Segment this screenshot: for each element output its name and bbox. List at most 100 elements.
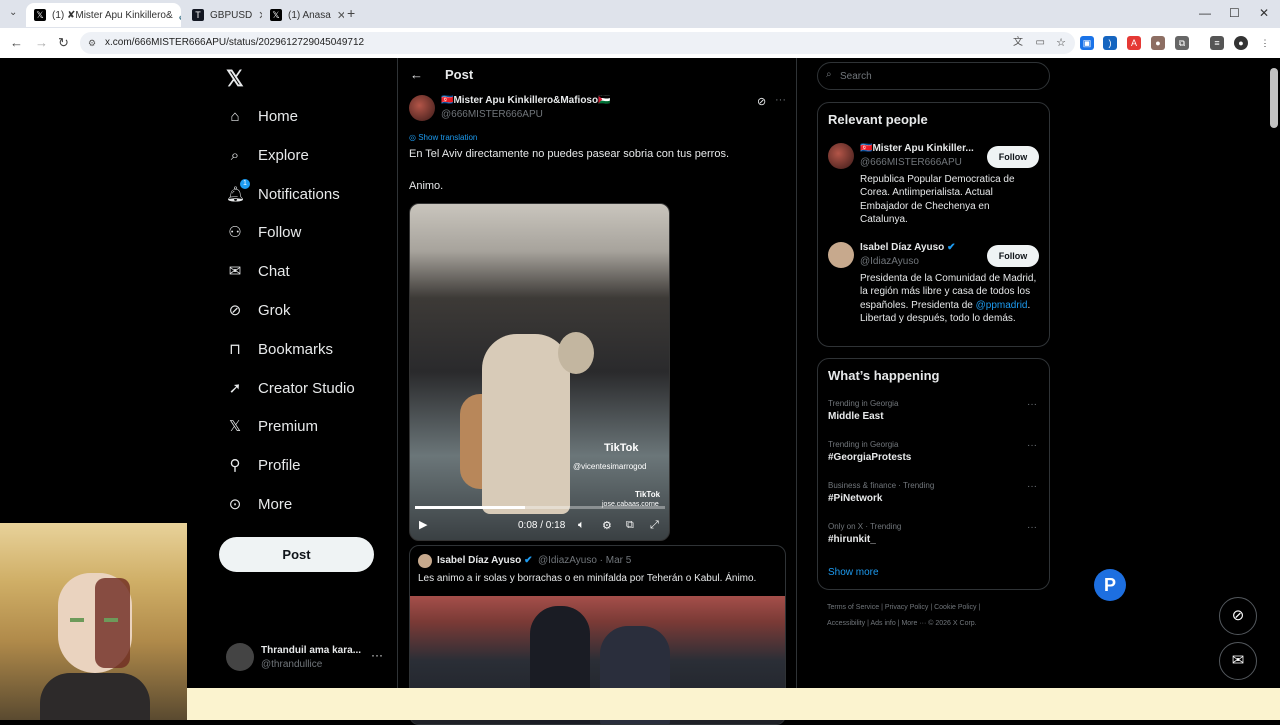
maximize-icon[interactable]: ☐ (1229, 6, 1240, 20)
more-icon[interactable]: ··· (371, 648, 383, 662)
video-frame (482, 334, 570, 514)
tab-close-icon[interactable]: ✕ (337, 9, 344, 22)
nav-label: Premium (258, 417, 319, 435)
extension-3-icon[interactable]: ● (1151, 36, 1165, 50)
site-info-icon[interactable]: ⚙ (88, 32, 96, 54)
scrollbar[interactable] (1270, 68, 1278, 128)
messages-fab-icon[interactable]: ✉ (1219, 642, 1257, 680)
bio-mention-link[interactable]: @ppmadrid (976, 300, 1028, 311)
verified-icon: ✔ (947, 242, 956, 253)
reading-list-icon[interactable]: ≡ (1210, 36, 1224, 50)
footer-links[interactable]: Accessibility | Ads info | More ··· © 20… (827, 620, 977, 627)
fullscreen-icon[interactable]: ⤢ (650, 519, 659, 532)
x-icon: 𝕏 (228, 418, 242, 435)
footer-links[interactable]: Terms of Service | Privacy Policy | Cook… (827, 604, 980, 611)
x-favicon-icon: 𝕏 (270, 9, 282, 21)
x-logo-icon[interactable]: 𝕏 (226, 66, 244, 92)
speaker-icon[interactable]: 🔊 (179, 10, 181, 21)
tab-gbpusd[interactable]: T GBPUSD ✕ (184, 3, 262, 27)
streamer-avatar-overlay (0, 523, 187, 720)
follow-button[interactable]: Follow (987, 146, 1039, 168)
x-favicon-icon: 𝕏 (34, 9, 46, 21)
tab-anasa[interactable]: 𝕏 (1) Anasa ✕ (262, 3, 344, 27)
trend-name[interactable]: Middle East (828, 411, 884, 422)
video-player[interactable]: TikTok @vicentesimarrogod TikTok jose.ca… (409, 203, 670, 541)
reload-icon[interactable]: ↻ (58, 35, 69, 51)
overlay-p-logo-icon: P (1094, 569, 1126, 601)
address-bar[interactable]: ⚙ x.com/666MISTER666APU/status/202961272… (80, 32, 1075, 54)
back-arrow-icon[interactable]: ← (410, 67, 423, 82)
author-name[interactable]: 🇰🇵Mister Apu Kinkillero&Mafioso🇵🇸 (441, 95, 611, 106)
search-input[interactable]: Search (817, 62, 1050, 90)
nav-profile[interactable]: ⚲ Profile (226, 452, 301, 478)
trend-more-icon[interactable]: ··· (1027, 522, 1037, 533)
nav-grok[interactable]: ⊘ Grok (226, 297, 291, 323)
show-translation-link[interactable]: ◎ Show translation (409, 133, 477, 142)
close-window-icon[interactable]: ✕ (1259, 6, 1269, 20)
trend-name[interactable]: #PiNetwork (828, 493, 882, 504)
grok-explain-icon[interactable]: ⊘ (757, 95, 766, 108)
extension-2-icon[interactable]: ) (1103, 36, 1117, 50)
translate-icon[interactable]: 文 (1013, 32, 1023, 54)
trend-more-icon[interactable]: ··· (1027, 399, 1037, 410)
follow-button[interactable]: Follow (987, 245, 1039, 267)
person-add-icon: ⚇ (228, 224, 242, 241)
nav-bookmarks[interactable]: ⊓ Bookmarks (226, 336, 333, 362)
tiktok-watermark: TikTok (604, 442, 639, 454)
nav-follow[interactable]: ⚇ Follow (226, 219, 301, 245)
tab-list-icon[interactable]: ⌄ (9, 7, 17, 18)
show-more-link[interactable]: Show more (828, 567, 879, 578)
person-name[interactable]: 🇰🇵Mister Apu Kinkiller... (860, 143, 974, 154)
back-icon[interactable]: ← (10, 35, 23, 50)
bookmark-star-icon[interactable]: ☆ (1056, 32, 1066, 54)
nav-label: Notifications (258, 185, 340, 203)
new-tab-icon[interactable]: + (347, 5, 355, 21)
extension-1-icon[interactable]: ▣ (1080, 36, 1094, 50)
account-name: Thranduil ama kara... (261, 645, 362, 656)
forward-icon[interactable]: → (35, 35, 48, 50)
browser-menu-icon[interactable]: ⋮ (1258, 36, 1272, 50)
video-progress-bar[interactable] (415, 506, 665, 509)
tiktok-watermark-user: @vicentesimarrogod (573, 462, 647, 471)
post-more-icon[interactable]: ··· (775, 94, 786, 106)
tab-title: GBPUSD (210, 9, 253, 21)
post-button[interactable]: Post (219, 537, 374, 572)
avatar[interactable] (828, 242, 854, 268)
person-name[interactable]: Isabel Díaz Ayuso ✔ (860, 242, 955, 253)
nav-explore[interactable]: ⌕ Explore (226, 142, 309, 168)
home-icon: ⌂ (230, 107, 240, 125)
trend-name[interactable]: #GeorgiaProtests (828, 452, 911, 463)
minimize-icon[interactable]: — (1199, 6, 1211, 20)
author-avatar[interactable] (409, 95, 435, 121)
trend-more-icon[interactable]: ··· (1027, 440, 1037, 451)
nav-label: Home (258, 107, 299, 125)
grok-fab-icon[interactable]: ⊘ (1219, 597, 1257, 635)
tradingview-favicon-icon: T (192, 9, 204, 21)
tab-title: (1) ✘Mister Apu Kinkillero& (52, 9, 173, 21)
cast-icon[interactable]: ▭ (1036, 32, 1045, 54)
pip-icon[interactable]: ⧉ (626, 519, 634, 532)
nav-chat[interactable]: ✉ Chat (226, 258, 290, 284)
trend-more-icon[interactable]: ··· (1027, 481, 1037, 492)
nav-notifications[interactable]: 🔔︎ 1 Notifications (226, 179, 340, 207)
volume-icon[interactable]: 🔈︎ (578, 519, 585, 532)
trend-name[interactable]: #hirunkit_ (828, 534, 876, 545)
adblock-icon[interactable]: A (1127, 36, 1141, 50)
profile-avatar-icon[interactable]: ● (1234, 36, 1248, 50)
nav-premium[interactable]: 𝕏 Premium (226, 413, 318, 439)
page-title: Post (445, 67, 474, 82)
nav-label: Bookmarks (258, 340, 334, 358)
section-title: What’s happening (828, 368, 940, 383)
account-handle: @thrandullice (261, 659, 323, 670)
account-switcher[interactable]: Thranduil ama kara... @thrandullice ··· (226, 643, 386, 673)
nav-more[interactable]: ⊙ More (226, 491, 292, 517)
settings-icon[interactable]: ⚙ (602, 519, 612, 532)
nav-creator-studio[interactable]: ➚ Creator Studio (226, 375, 355, 401)
quote-author-name: Isabel Díaz Ayuso ✔ (437, 555, 532, 566)
author-handle[interactable]: @666MISTER666APU (441, 109, 543, 120)
play-icon[interactable]: ▶ (419, 518, 427, 531)
tab-active[interactable]: 𝕏 (1) ✘Mister Apu Kinkillero& 🔊 ✕ (26, 3, 181, 27)
nav-home[interactable]: ⌂ Home (226, 103, 298, 129)
avatar[interactable] (828, 143, 854, 169)
extensions-puzzle-icon[interactable]: ⧉ (1175, 36, 1189, 50)
